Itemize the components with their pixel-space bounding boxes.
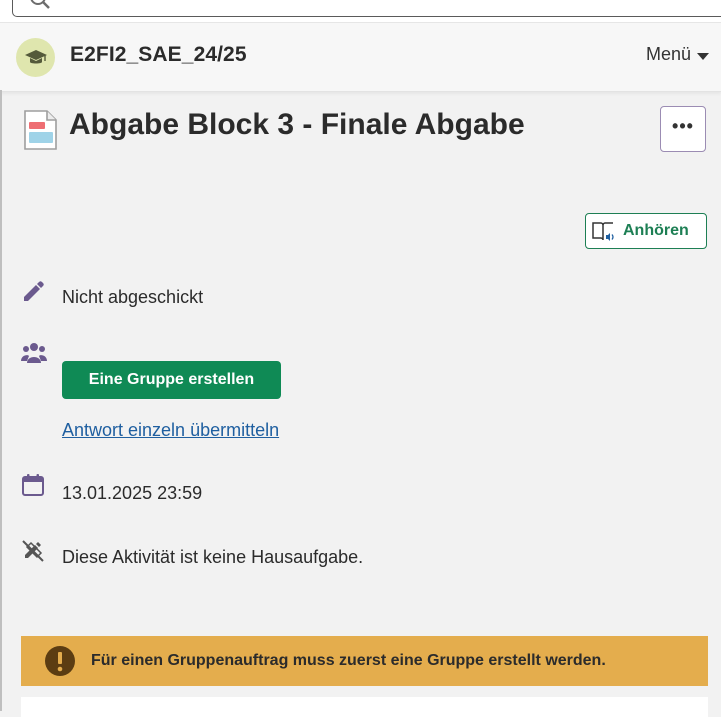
course-avatar[interactable] — [16, 38, 55, 77]
more-actions-button[interactable]: ••• — [660, 106, 706, 152]
course-header: E2FI2_SAE_24/25 Menü — [0, 22, 721, 92]
content-border — [0, 90, 2, 711]
assignment-icon — [23, 110, 59, 155]
homework-note: Diese Aktivität ist keine Hausaufgabe. — [62, 547, 364, 567]
course-title[interactable]: E2FI2_SAE_24/25 — [70, 43, 247, 67]
listen-icon — [592, 222, 614, 241]
no-homework-icon — [21, 539, 45, 568]
create-group-button[interactable]: Eine Gruppe erstellen — [62, 361, 281, 399]
submit-individually-link[interactable]: Antwort einzeln übermitteln — [62, 420, 279, 441]
search-input[interactable] — [12, 0, 721, 17]
alert-text: Für einen Gruppenauftrag muss zuerst ein… — [91, 652, 606, 669]
listen-button[interactable]: Anhören — [585, 213, 707, 249]
due-date: 13.01.2025 23:59 — [62, 483, 203, 503]
search-icon[interactable] — [30, 0, 52, 17]
menu-label: Menü — [646, 44, 692, 64]
warning-icon — [45, 646, 75, 676]
listen-label: Anhören — [623, 222, 689, 239]
more-icon: ••• — [672, 116, 694, 136]
menu-button[interactable]: Menü — [646, 44, 710, 65]
calendar-icon — [21, 473, 45, 502]
chevron-down-icon — [697, 52, 710, 60]
group-warning-alert: Für einen Gruppenauftrag muss zuerst ein… — [21, 636, 708, 686]
pencil-icon — [21, 280, 45, 309]
submission-status: Nicht abgeschickt — [62, 287, 204, 307]
page-title: Abgabe Block 3 - Finale Abgabe — [69, 108, 525, 141]
submission-status-card — [21, 697, 708, 717]
users-icon — [21, 341, 47, 370]
graduation-cap-icon — [24, 49, 47, 63]
